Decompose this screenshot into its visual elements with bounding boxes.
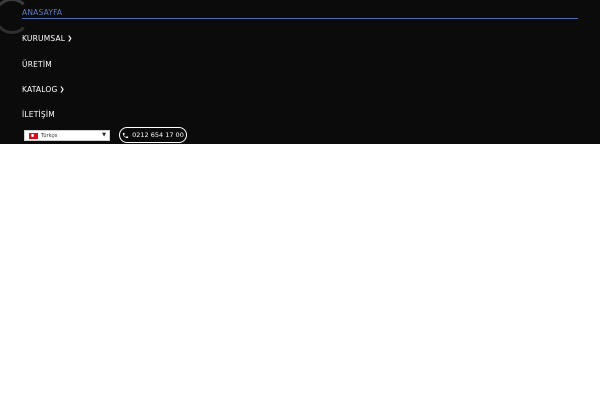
- language-label: Türkçe: [41, 132, 58, 139]
- phone-icon: [123, 132, 129, 138]
- nav-item-label: İLETİŞİM: [22, 110, 55, 119]
- turkey-flag-icon: [29, 133, 38, 139]
- nav-item-anasayfa[interactable]: ANASAYFA: [22, 8, 62, 17]
- nav-item-label: KATALOG: [22, 85, 58, 94]
- nav-item-kurumsal[interactable]: KURUMSAL ❯: [22, 34, 72, 43]
- phone-number: 0212 654 17 00: [132, 131, 184, 139]
- language-select[interactable]: Türkçe ▼: [24, 130, 110, 141]
- caret-down-icon: ▼: [102, 132, 106, 138]
- loading-spinner-icon: [0, 0, 30, 34]
- phone-button[interactable]: 0212 654 17 00: [119, 127, 187, 143]
- nav-item-label: ANASAYFA: [22, 8, 63, 17]
- active-nav-underline: [22, 18, 578, 19]
- nav-item-iletisim[interactable]: İLETİŞİM: [22, 110, 55, 119]
- nav-item-label: KURUMSAL: [22, 34, 66, 43]
- top-navigation-panel: ANASAYFA KURUMSAL ❯ ÜRETİM KATALOG ❯ İLETİ…: [0, 0, 600, 144]
- chevron-down-icon: ❯: [59, 86, 65, 93]
- nav-item-katalog[interactable]: KATALOG ❯: [22, 85, 65, 94]
- chevron-down-icon: ❯: [67, 35, 73, 42]
- nav-item-uretim[interactable]: ÜRETİM: [22, 60, 52, 69]
- nav-item-label: ÜRETİM: [22, 60, 52, 69]
